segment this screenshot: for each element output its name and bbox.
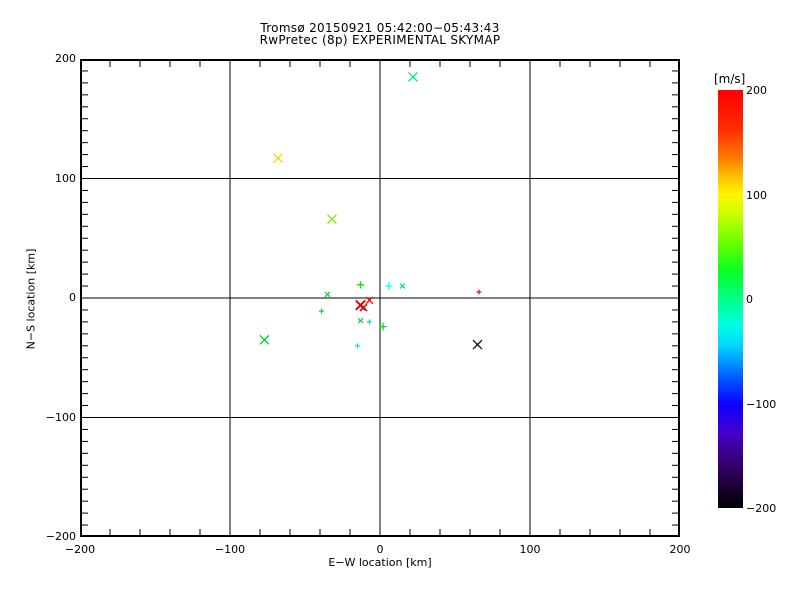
colorbar-units-label: [m/s] xyxy=(714,72,745,86)
data-point xyxy=(386,283,392,289)
y-tick-label: −200 xyxy=(0,530,76,543)
data-point xyxy=(326,292,330,296)
data-point xyxy=(361,305,367,311)
data-point xyxy=(274,154,282,162)
y-tick-label: 0 xyxy=(0,291,76,304)
x-axis-label: E−W location [km] xyxy=(80,556,680,569)
data-point xyxy=(401,284,405,288)
x-tick-label: 0 xyxy=(350,543,410,556)
data-point xyxy=(358,282,364,288)
data-point xyxy=(477,290,481,294)
y-tick-label: −100 xyxy=(0,411,76,424)
y-tick-label: 100 xyxy=(0,172,76,185)
data-point xyxy=(474,341,482,349)
colorbar-tick-label: 200 xyxy=(746,84,796,97)
y-tick-label: 200 xyxy=(0,52,76,65)
colorbar-tick-label: 100 xyxy=(746,189,796,202)
x-tick-label: −200 xyxy=(50,543,110,556)
data-point xyxy=(359,319,363,323)
y-axis-label: N−S location [km] xyxy=(25,249,38,350)
plot-title-line2: RwPretec (8p) EXPERIMENTAL SKYMAP xyxy=(80,34,680,46)
data-point xyxy=(409,73,417,81)
colorbar-tick-label: 0 xyxy=(746,293,796,306)
data-point xyxy=(320,309,324,313)
data-point xyxy=(328,215,336,223)
x-tick-label: 100 xyxy=(500,543,560,556)
colorbar-tick-label: −200 xyxy=(746,502,796,515)
data-point xyxy=(380,324,386,330)
colorbar-tick-label: −100 xyxy=(746,398,796,411)
colorbar-gradient xyxy=(718,90,743,508)
data-point xyxy=(368,320,372,324)
plot-area xyxy=(80,59,680,537)
skymap-figure: Tromsø 20150921 05:42:00−05:43:43 RwPret… xyxy=(0,0,800,600)
plot-title: Tromsø 20150921 05:42:00−05:43:43 RwPret… xyxy=(80,22,680,46)
data-point xyxy=(356,344,360,348)
data-point xyxy=(261,336,269,344)
x-tick-label: −100 xyxy=(200,543,260,556)
x-tick-label: 200 xyxy=(650,543,710,556)
